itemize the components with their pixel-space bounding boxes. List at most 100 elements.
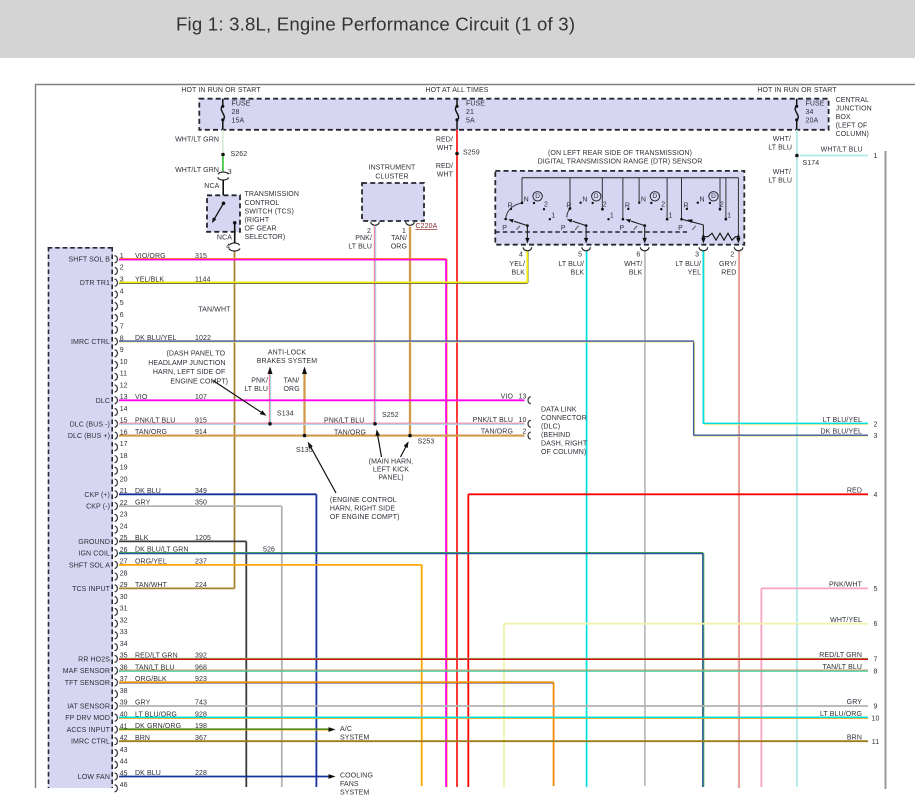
- svg-text:WHT: WHT: [437, 171, 454, 178]
- svg-text:TCS INPUT: TCS INPUT: [72, 586, 110, 593]
- svg-text:GRY/: GRY/: [719, 261, 736, 268]
- svg-text:LT BLU/: LT BLU/: [675, 261, 701, 268]
- svg-text:8: 8: [874, 668, 878, 675]
- svg-text:SHFT SOL B: SHFT SOL B: [69, 257, 111, 264]
- svg-text:IMRC CTRL: IMRC CTRL: [71, 339, 110, 346]
- svg-text:S135: S135: [296, 447, 313, 454]
- svg-text:YEL/: YEL/: [509, 261, 525, 268]
- svg-text:MAF SENSOR: MAF SENSOR: [63, 668, 110, 675]
- svg-text:4: 4: [874, 492, 878, 499]
- svg-text:YEL: YEL: [688, 270, 702, 277]
- svg-text:FUSE: FUSE: [232, 101, 251, 108]
- svg-text:IGN COIL: IGN COIL: [78, 551, 110, 558]
- svg-text:20A: 20A: [806, 118, 819, 125]
- svg-text:FP DRV MOD: FP DRV MOD: [65, 715, 110, 722]
- svg-text:VIO: VIO: [501, 394, 514, 401]
- svg-text:D: D: [711, 193, 716, 200]
- svg-text:ORG: ORG: [284, 386, 300, 393]
- svg-text:TAN/ORG: TAN/ORG: [481, 429, 513, 436]
- svg-text:19: 19: [120, 465, 128, 472]
- svg-text:COOLING: COOLING: [340, 773, 373, 780]
- svg-text:N: N: [641, 196, 646, 203]
- svg-text:TAN/WHT: TAN/WHT: [198, 307, 231, 314]
- svg-text:HOT IN RUN OR START: HOT IN RUN OR START: [757, 87, 837, 94]
- svg-text:(DLC): (DLC): [541, 424, 560, 431]
- svg-text:HOT IN RUN OR START: HOT IN RUN OR START: [181, 87, 261, 94]
- svg-text:TAN/: TAN/: [284, 378, 300, 385]
- svg-text:2: 2: [523, 429, 527, 436]
- svg-text:2: 2: [603, 202, 607, 209]
- svg-text:RED: RED: [847, 488, 862, 495]
- svg-text:(BEHIND: (BEHIND: [541, 432, 570, 439]
- svg-text:21: 21: [466, 109, 474, 116]
- svg-text:(LEFT OF: (LEFT OF: [836, 123, 868, 130]
- svg-text:CKP (+): CKP (+): [84, 492, 110, 499]
- svg-text:Fig 1: 3.8L, Engine Performanc: Fig 1: 3.8L, Engine Performance Circuit …: [176, 14, 575, 35]
- svg-text:JUNCTION: JUNCTION: [836, 106, 872, 113]
- svg-text:RED/: RED/: [436, 136, 453, 143]
- svg-text:BRAKES SYSTEM: BRAKES SYSTEM: [257, 358, 317, 365]
- svg-text:LT BLU/ORG: LT BLU/ORG: [820, 711, 862, 718]
- svg-text:LT BLU/: LT BLU/: [558, 261, 584, 268]
- svg-text:9: 9: [120, 347, 124, 354]
- svg-text:28: 28: [120, 570, 128, 577]
- svg-text:3: 3: [228, 169, 232, 176]
- svg-text:A/C: A/C: [340, 726, 352, 733]
- svg-text:43: 43: [120, 747, 128, 754]
- svg-text:5: 5: [874, 586, 878, 593]
- svg-text:WHT: WHT: [437, 145, 454, 152]
- svg-text:11: 11: [120, 371, 127, 378]
- svg-text:LOW FAN: LOW FAN: [78, 774, 110, 781]
- svg-text:5: 5: [578, 252, 582, 259]
- svg-text:FUSE: FUSE: [466, 101, 485, 108]
- svg-text:2: 2: [367, 228, 371, 235]
- svg-text:32: 32: [120, 617, 128, 624]
- svg-text:3: 3: [695, 252, 699, 259]
- svg-text:S174: S174: [803, 160, 820, 167]
- svg-text:DLC (BUS +): DLC (BUS +): [68, 433, 110, 440]
- svg-text:2: 2: [544, 202, 548, 209]
- svg-text:4: 4: [519, 252, 523, 259]
- svg-text:24: 24: [120, 523, 128, 530]
- svg-text:N: N: [524, 196, 529, 203]
- svg-text:DLC: DLC: [96, 398, 110, 405]
- svg-text:RED: RED: [721, 270, 736, 277]
- svg-text:1: 1: [727, 212, 731, 219]
- svg-text:LT BLU/YEL: LT BLU/YEL: [823, 417, 862, 424]
- svg-text:CONTROL: CONTROL: [245, 200, 280, 207]
- svg-text:DATA LINK: DATA LINK: [541, 407, 577, 414]
- svg-text:IMRC CTRL: IMRC CTRL: [71, 739, 110, 746]
- svg-text:S262: S262: [231, 151, 248, 158]
- svg-text:11: 11: [872, 739, 879, 746]
- svg-text:P: P: [502, 225, 507, 232]
- svg-text:10: 10: [519, 417, 527, 424]
- svg-text:(ON LEFT REAR SIDE OF TRANSMIS: (ON LEFT REAR SIDE OF TRANSMISSION): [548, 150, 692, 157]
- svg-text:20: 20: [120, 476, 128, 483]
- svg-text:ANTI-LOCK: ANTI-LOCK: [268, 350, 306, 357]
- svg-text:(DASH PANEL TO: (DASH PANEL TO: [167, 351, 226, 358]
- svg-text:SYSTEM: SYSTEM: [340, 790, 369, 796]
- svg-text:N: N: [700, 196, 705, 203]
- svg-text:9: 9: [874, 704, 878, 711]
- svg-text:OF GEAR: OF GEAR: [245, 226, 277, 233]
- svg-text:FUSE: FUSE: [806, 101, 825, 108]
- svg-text:38: 38: [120, 688, 128, 695]
- svg-text:ACCS INPUT: ACCS INPUT: [67, 727, 111, 734]
- svg-text:2: 2: [720, 202, 724, 209]
- svg-text:BLK: BLK: [571, 270, 585, 277]
- svg-text:BLK: BLK: [511, 270, 525, 277]
- svg-text:TRANSMISSION: TRANSMISSION: [245, 191, 299, 198]
- svg-text:4: 4: [226, 244, 230, 251]
- svg-text:WHT/: WHT/: [773, 136, 791, 143]
- svg-text:PANEL): PANEL): [378, 474, 403, 481]
- svg-text:1: 1: [610, 212, 614, 219]
- svg-text:TFT SENSOR: TFT SENSOR: [65, 680, 110, 687]
- svg-text:15A: 15A: [232, 118, 245, 125]
- svg-text:CENTRAL: CENTRAL: [836, 97, 869, 104]
- svg-text:BLK: BLK: [629, 270, 643, 277]
- svg-text:4: 4: [120, 288, 124, 295]
- svg-text:PNK/: PNK/: [355, 235, 372, 242]
- svg-text:TAN/: TAN/: [391, 235, 407, 242]
- svg-text:2: 2: [730, 252, 734, 259]
- svg-text:WHT/: WHT/: [624, 261, 642, 268]
